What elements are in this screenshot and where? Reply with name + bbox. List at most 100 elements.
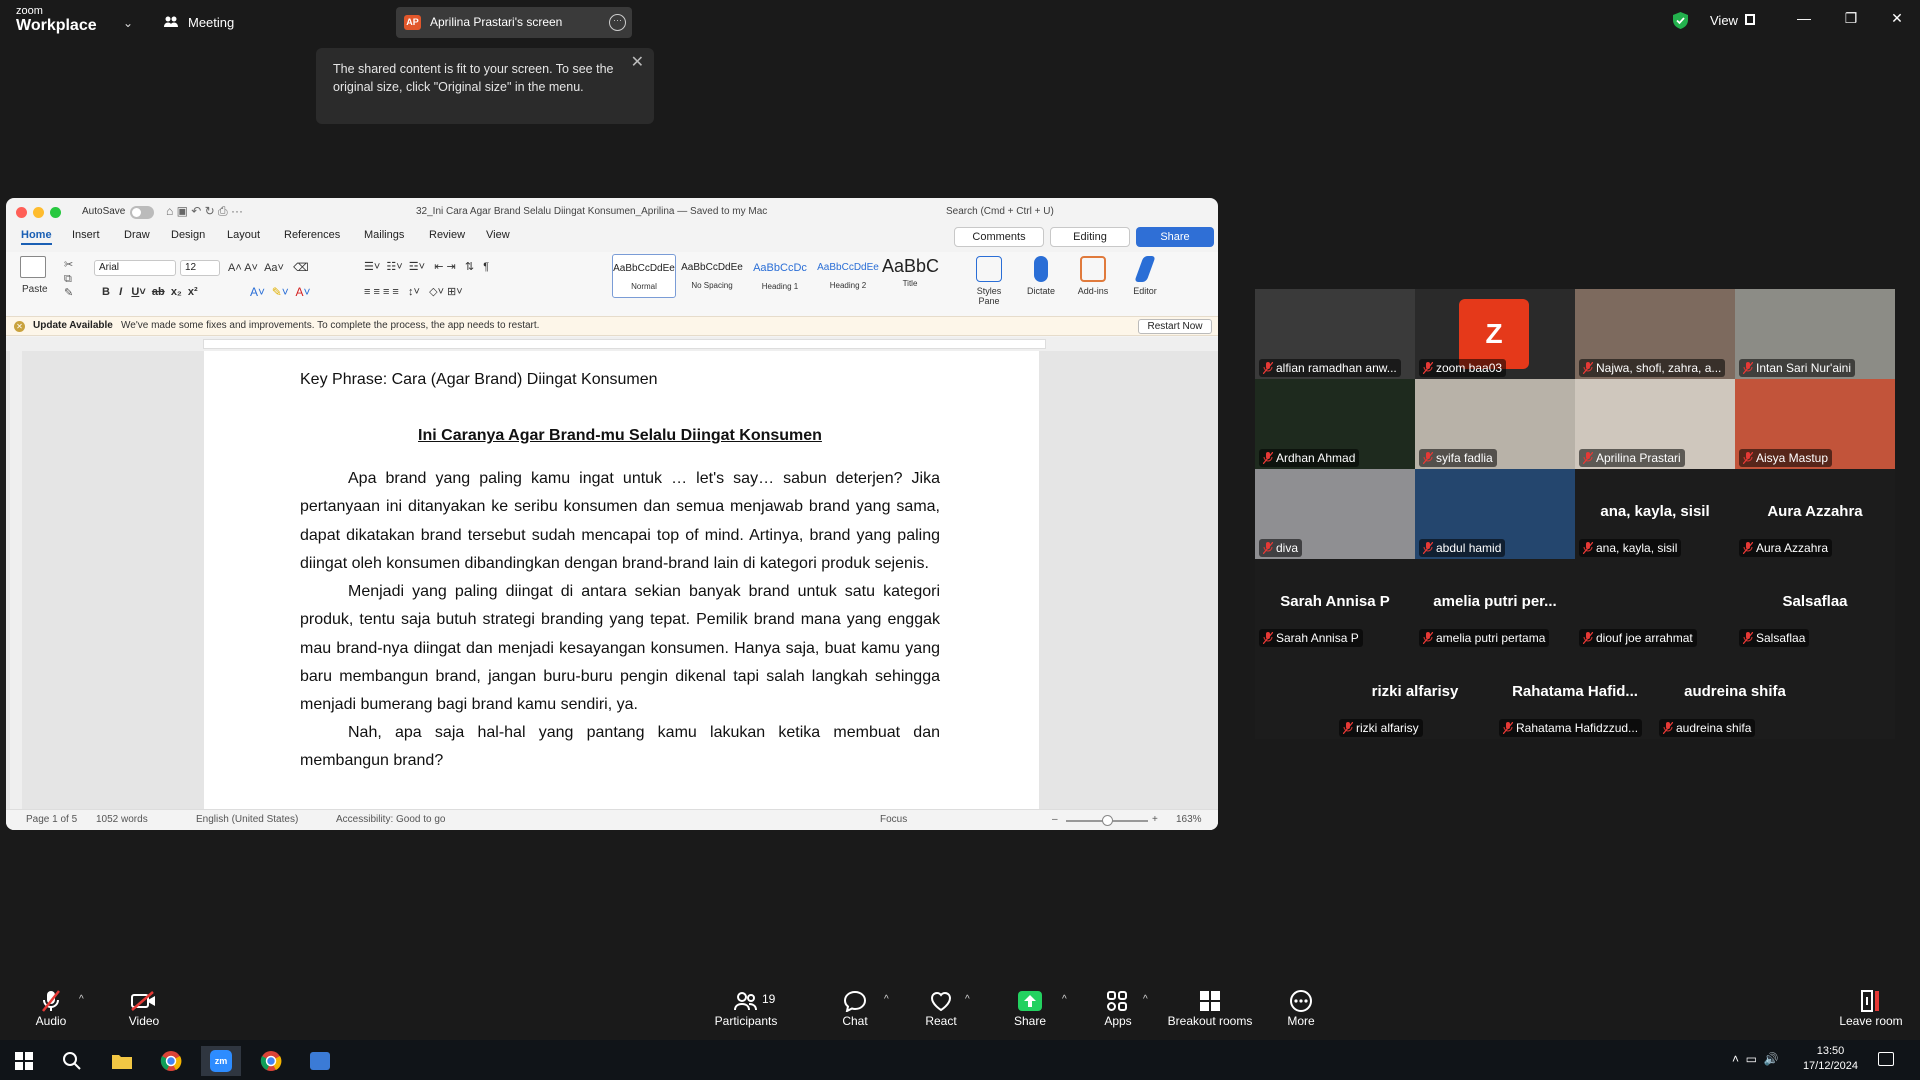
more-options-icon[interactable]: ··· [609, 14, 626, 31]
tab-mailings[interactable]: Mailings [364, 229, 404, 241]
style-no-spacing[interactable]: AaBbCcDdEe No Spacing [680, 254, 744, 298]
quick-access-icons[interactable]: ⌂ ▣ ↶ ↻ ⎙ ··· [166, 204, 243, 219]
grid-view-icon[interactable] [1745, 14, 1755, 25]
audio-options-caret[interactable]: ^ [79, 994, 84, 1005]
tab-references[interactable]: References [284, 229, 340, 241]
notification-icon[interactable] [1878, 1052, 1894, 1066]
autosave-toggle[interactable] [130, 206, 154, 219]
chrome-icon-2[interactable] [251, 1046, 291, 1076]
format-icons[interactable]: B I U˅ ab x₂ x² [102, 286, 198, 298]
participant-tile[interactable]: Zzoom baa03 [1415, 289, 1575, 379]
font-name-select[interactable]: Arial [94, 260, 176, 276]
text-effects-icons[interactable]: A˅ ✎˅ A˅ [250, 285, 310, 299]
participant-tile[interactable]: alfian ramadhan anw... [1255, 289, 1415, 379]
minimize-icon[interactable]: — [1794, 10, 1814, 26]
status-language[interactable]: English (United States) [196, 810, 298, 830]
styles-pane-button[interactable]: Styles Pane [966, 256, 1012, 306]
chrome-icon[interactable] [151, 1046, 191, 1076]
mac-minimize-icon[interactable] [33, 207, 44, 218]
status-page[interactable]: Page 1 of 5 [26, 810, 77, 830]
share-options-caret[interactable]: ^ [1062, 994, 1067, 1005]
style-heading-2[interactable]: AaBbCcDdEe Heading 2 [816, 254, 880, 298]
status-focus[interactable]: Focus [880, 810, 907, 830]
tab-draw[interactable]: Draw [124, 229, 150, 241]
dictate-button[interactable]: Dictate [1018, 256, 1064, 296]
meeting-icon[interactable] [163, 14, 179, 30]
video-button[interactable]: Video [99, 988, 189, 1028]
zoom-in-icon[interactable]: + [1152, 810, 1158, 830]
editor-button[interactable]: Editor [1122, 256, 1168, 296]
paragraph-3[interactable]: Nah, apa saja hal-hal yang pantang kamu … [300, 719, 940, 776]
status-words[interactable]: 1052 words [96, 810, 148, 830]
participant-tile[interactable]: Intan Sari Nur'aini [1735, 289, 1895, 379]
participant-tile[interactable]: Sarah Annisa P Sarah Annisa P [1255, 559, 1415, 649]
tab-home[interactable]: Home [21, 229, 52, 245]
restart-now-button[interactable]: Restart Now [1138, 319, 1212, 334]
add-ins-button[interactable]: Add-ins [1070, 256, 1116, 296]
paste-icon[interactable] [20, 256, 46, 278]
file-explorer-icon[interactable] [102, 1046, 142, 1076]
more-button[interactable]: More [1256, 988, 1346, 1028]
restore-icon[interactable]: ❐ [1841, 10, 1861, 27]
status-accessibility[interactable]: Accessibility: Good to go [336, 810, 446, 830]
search-icon[interactable] [52, 1046, 92, 1076]
participant-tile[interactable]: Ardhan Ahmad [1255, 379, 1415, 469]
font-size-adjust-icons[interactable]: A˄ A˅ Aa˅ ⌫ [228, 261, 309, 274]
list-icons[interactable]: ☰˅ ☷˅ ☲˅ ⇤ ⇥ ⇅ ¶ [364, 260, 489, 273]
participant-tile[interactable]: audreina shifa audreina shifa [1655, 649, 1815, 739]
react-button[interactable]: React [896, 988, 986, 1028]
participant-tile[interactable]: diva [1255, 469, 1415, 559]
zoom-slider-handle[interactable] [1102, 815, 1113, 826]
apps-options-caret[interactable]: ^ [1143, 994, 1148, 1005]
style-normal[interactable]: AaBbCcDdEe Normal [612, 254, 676, 298]
mac-close-icon[interactable] [16, 207, 27, 218]
editing-mode-button[interactable]: Editing [1050, 227, 1130, 247]
tab-view[interactable]: View [486, 229, 510, 241]
participant-tile[interactable]: amelia putri per... amelia putri pertama [1415, 559, 1575, 649]
tab-insert[interactable]: Insert [72, 229, 100, 241]
paragraph-1[interactable]: Apa brand yang paling kamu ingat untuk …… [300, 465, 940, 578]
comments-button[interactable]: Comments [954, 227, 1044, 247]
style-title[interactable]: AaBbC Title [882, 254, 939, 298]
participant-tile[interactable]: Rahatama Hafid... Rahatama Hafidzzud... [1495, 649, 1655, 739]
apps-button[interactable]: Apps [1073, 988, 1163, 1028]
chat-options-caret[interactable]: ^ [884, 994, 889, 1005]
document-page[interactable]: Key Phrase: Cara (Agar Brand) Diingat Ko… [204, 351, 1039, 809]
vertical-ruler[interactable] [10, 351, 22, 809]
tab-review[interactable]: Review [429, 229, 465, 241]
participant-tile[interactable]: Aisya Mastup [1735, 379, 1895, 469]
participant-tile[interactable]: diouf joe arrahmat [1575, 559, 1735, 649]
participant-tile[interactable]: abdul hamid [1415, 469, 1575, 559]
search-input[interactable]: Search (Cmd + Ctrl + U) [946, 202, 1136, 222]
dismiss-icon[interactable]: ✕ [14, 321, 25, 332]
paragraph-2[interactable]: Menjadi yang paling diingat di antara se… [300, 578, 940, 719]
document-heading[interactable]: Ini Caranya Agar Brand-mu Selalu Diingat… [300, 427, 940, 445]
style-heading-1[interactable]: AaBbCcDc Heading 1 [748, 254, 812, 298]
meeting-label[interactable]: Meeting [188, 15, 234, 30]
react-options-caret[interactable]: ^ [965, 994, 970, 1005]
participant-tile[interactable]: rizki alfarisy rizki alfarisy [1335, 649, 1495, 739]
clipboard-icons[interactable]: ✂ ⧉ ✎ [64, 258, 73, 300]
alignment-icons[interactable]: ≡ ≡ ≡ ≡ ↕˅ ◇˅ ⊞˅ [364, 285, 463, 298]
view-button[interactable]: View [1710, 13, 1738, 28]
participants-button[interactable]: Participants [701, 988, 791, 1028]
word-share-button[interactable]: Share [1136, 227, 1214, 247]
font-size-select[interactable]: 12 [180, 260, 220, 276]
close-icon[interactable]: ✕ [1887, 10, 1907, 27]
close-icon[interactable]: ✕ [631, 52, 644, 72]
participant-tile[interactable]: syifa fadlia [1415, 379, 1575, 469]
tab-design[interactable]: Design [171, 229, 205, 241]
security-shield-icon[interactable] [1673, 12, 1688, 29]
mac-zoom-icon[interactable] [50, 207, 61, 218]
zoom-app-icon[interactable]: zm [201, 1046, 241, 1076]
windows-start-icon[interactable] [4, 1046, 44, 1076]
paste-label[interactable]: Paste [22, 284, 48, 295]
participant-tile[interactable]: Aprilina Prastari [1575, 379, 1735, 469]
status-zoom[interactable]: 163% [1176, 810, 1202, 830]
clock[interactable]: 13:50 17/12/2024 [1803, 1044, 1858, 1074]
key-phrase-text[interactable]: Key Phrase: Cara (Agar Brand) Diingat Ko… [300, 371, 940, 389]
zoom-out-icon[interactable]: – [1052, 810, 1058, 830]
leave-room-button[interactable]: Leave room [1826, 988, 1916, 1028]
tray-icons[interactable]: ˄ ▭ 🔊 [1732, 1052, 1779, 1066]
breakout-rooms-button[interactable]: Breakout rooms [1159, 988, 1261, 1028]
